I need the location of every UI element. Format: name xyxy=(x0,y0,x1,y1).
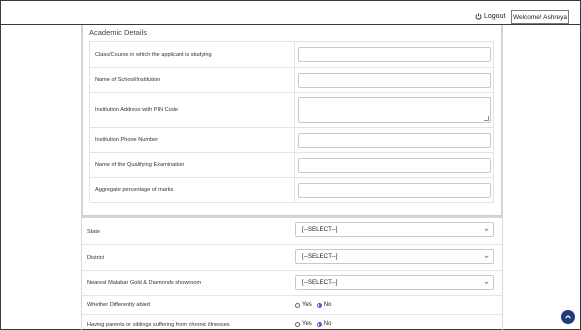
field-cell xyxy=(295,42,494,67)
field-cell xyxy=(295,68,494,92)
field-label: District xyxy=(87,254,105,261)
chronic-illness-no-radio[interactable]: No xyxy=(316,321,332,327)
radio-label: No xyxy=(323,321,332,327)
table-row: Name of School/Institution xyxy=(90,68,494,93)
field-label: State xyxy=(87,229,101,235)
radio-label: No xyxy=(323,302,332,308)
logout-link[interactable]: Logout xyxy=(475,13,505,20)
logout-label: Logout xyxy=(484,13,506,20)
form-container: Academic Details Class/Course in which t… xyxy=(81,25,503,330)
table-row: District [--SELECT--] xyxy=(82,245,502,271)
differently-abled-radio-group: Yes No xyxy=(295,302,331,308)
section-divider xyxy=(82,216,502,218)
welcome-badge: Welcome! Ashreya xyxy=(511,10,569,24)
showroom-select[interactable]: [--SELECT--] xyxy=(295,275,494,290)
differently-abled-no-radio[interactable]: No xyxy=(316,302,332,308)
field-cell: [--SELECT--] xyxy=(290,220,502,244)
table-row: Class/Course in which the applicant is s… xyxy=(90,42,494,68)
select-value: [--SELECT--] xyxy=(302,253,338,260)
table-row: Nearest Malabar Gold & Diamonds showroom… xyxy=(82,271,502,296)
chronic-illness-yes-radio[interactable]: Yes xyxy=(295,321,312,327)
scroll-to-top-button[interactable] xyxy=(561,310,575,324)
field-label: Having parents or siblings suffering fro… xyxy=(87,322,230,328)
field-cell xyxy=(295,128,494,152)
field-label: Name of the Qualifying Examination xyxy=(90,153,295,177)
field-label: Class/Course in which the applicant is s… xyxy=(90,42,295,67)
field-cell xyxy=(295,153,494,177)
class-course-input[interactable] xyxy=(298,47,491,62)
field-label: Aggregate percentage of marks xyxy=(90,178,295,202)
field-label: Institution Phone Number xyxy=(90,128,295,152)
radio-circle-checked xyxy=(316,302,322,308)
field-label: Name of School/Institution xyxy=(90,68,295,92)
table-row: Whether Differently abled Yes No xyxy=(82,296,502,315)
field-cell xyxy=(295,93,494,127)
academic-details-section: Academic Details Class/Course in which t… xyxy=(82,25,502,216)
radio-label: Yes xyxy=(302,302,312,308)
field-cell: [--SELECT--] xyxy=(290,271,502,295)
chevron-down-icon xyxy=(484,228,489,231)
chronic-illness-radio-group: Yes No xyxy=(295,321,331,327)
arrow-up-icon xyxy=(565,315,571,319)
location-section: State [--SELECT--] District [--SELECT--]… xyxy=(82,220,502,330)
differently-abled-yes-radio[interactable]: Yes xyxy=(295,302,312,308)
field-label: Nearest Malabar Gold & Diamonds showroom xyxy=(87,280,202,286)
radio-circle xyxy=(295,302,300,308)
select-value: [--SELECT--] xyxy=(302,279,338,286)
academic-table: Class/Course in which the applicant is s… xyxy=(89,41,494,203)
institution-phone-input[interactable] xyxy=(298,133,491,148)
table-row: State [--SELECT--] xyxy=(82,220,502,245)
radio-circle xyxy=(295,321,300,327)
aggregate-percentage-input[interactable] xyxy=(298,183,491,198)
radio-circle-checked xyxy=(316,321,322,327)
radio-label: Yes xyxy=(302,321,312,327)
field-cell: Yes No xyxy=(290,315,502,330)
section-title: Academic Details xyxy=(89,28,147,37)
chevron-down-icon xyxy=(484,281,489,284)
table-row: Name of the Qualifying Examination xyxy=(90,153,494,178)
state-select[interactable]: [--SELECT--] xyxy=(295,222,494,237)
table-row: Aggregate percentage of marks xyxy=(90,178,494,203)
district-select[interactable]: [--SELECT--] xyxy=(295,249,494,264)
field-cell xyxy=(295,178,494,202)
field-label: Whether Differently abled xyxy=(87,302,151,308)
field-cell: Yes No xyxy=(290,296,502,314)
field-label: Institution Address with PIN Code xyxy=(90,93,295,127)
qualifying-exam-input[interactable] xyxy=(298,158,491,173)
field-cell: [--SELECT--] xyxy=(290,245,502,270)
power-icon xyxy=(475,13,482,20)
chevron-down-icon xyxy=(484,255,489,258)
school-name-input[interactable] xyxy=(298,73,491,88)
institution-address-textarea[interactable] xyxy=(298,97,491,123)
select-value: [--SELECT--] xyxy=(302,226,338,233)
table-row: Institution Address with PIN Code xyxy=(90,93,494,128)
top-bar: Logout Welcome! Ashreya xyxy=(1,1,580,24)
table-row: Institution Phone Number xyxy=(90,128,494,153)
table-row: Having parents or siblings suffering fro… xyxy=(82,315,502,330)
